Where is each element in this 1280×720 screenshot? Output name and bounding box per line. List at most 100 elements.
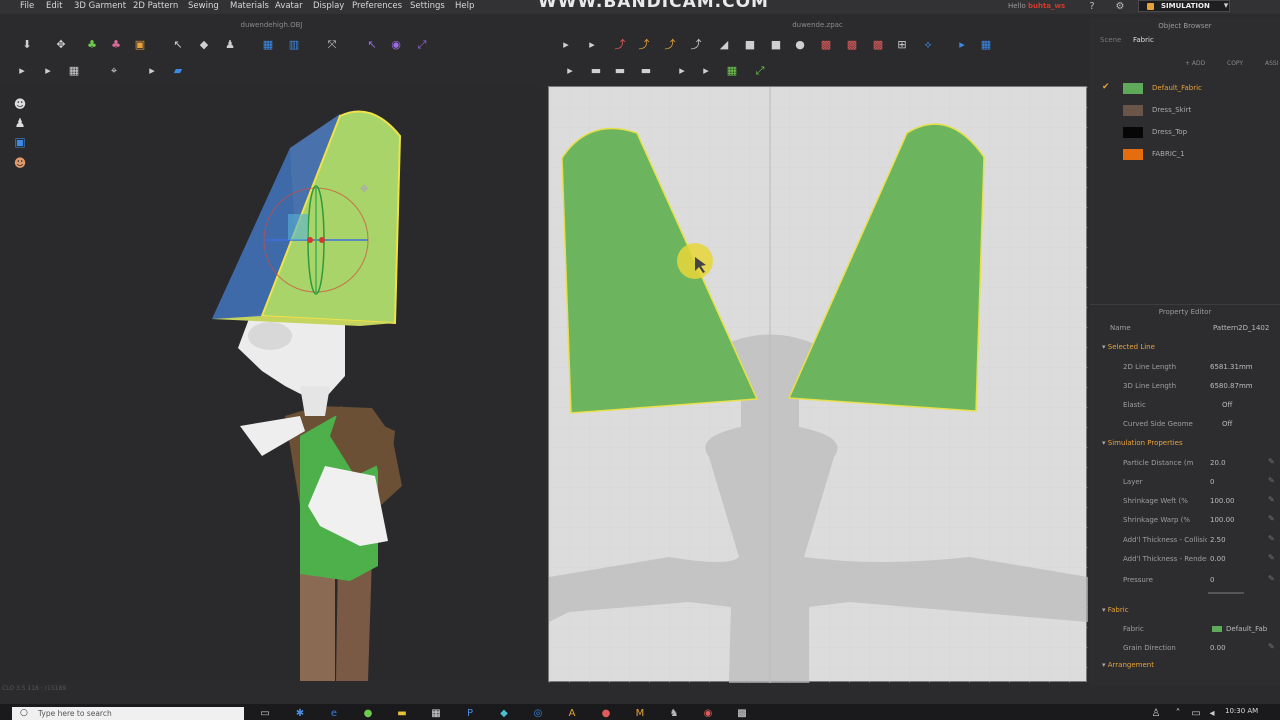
menu-avatar[interactable]: Avatar xyxy=(275,1,303,11)
app-icon-blue[interactable]: ◎ xyxy=(532,708,544,719)
chrome-icon[interactable]: ● xyxy=(362,708,374,719)
clapper-icon[interactable]: ▩ xyxy=(736,708,748,719)
people-icon[interactable]: ♙ xyxy=(1150,708,1162,719)
simulation-button[interactable]: SIMULATION xyxy=(1138,0,1230,12)
photoshop-icon[interactable]: P xyxy=(464,708,476,719)
cut-icon[interactable]: ⤴ xyxy=(688,37,704,53)
section-fabric[interactable]: Fabric xyxy=(1102,606,1129,614)
garment-pin-icon[interactable]: ♣ xyxy=(108,37,124,53)
free-sewing-icon[interactable]: ▬ xyxy=(612,63,628,79)
transform-pattern-icon[interactable]: ▸ xyxy=(558,37,574,53)
prop-value[interactable]: 2.50 xyxy=(1210,536,1226,544)
edit-icon[interactable]: ✎ xyxy=(1268,514,1275,523)
sew-icon[interactable]: ↖ xyxy=(364,37,380,53)
volume-icon[interactable]: ◂ xyxy=(1206,708,1218,719)
edit-curve-point-icon[interactable]: ⤴ xyxy=(662,37,678,53)
menu-help[interactable]: Help xyxy=(455,1,474,11)
prop-value[interactable]: Off xyxy=(1222,420,1232,428)
menu-2d-pattern[interactable]: 2D Pattern xyxy=(133,1,178,11)
menu-display[interactable]: Display xyxy=(313,1,344,11)
settings-app-icon[interactable]: ✱ xyxy=(294,708,306,719)
prop-value[interactable]: 0 xyxy=(1210,576,1214,584)
prop-value[interactable]: 0 xyxy=(1210,478,1214,486)
edge-icon[interactable]: e xyxy=(328,708,340,719)
prop-value[interactable]: 100.00 xyxy=(1210,497,1235,505)
app-icon-teal[interactable]: ◆ xyxy=(498,708,510,719)
edit-icon[interactable]: ✎ xyxy=(1268,553,1275,562)
edit-mesh-icon[interactable]: ▸ xyxy=(40,63,56,79)
sewing-point-icon[interactable]: ⊞ xyxy=(894,37,910,53)
garment-icon[interactable]: ♣ xyxy=(84,37,100,53)
section-arrangement[interactable]: Arrangement xyxy=(1102,661,1154,669)
pressure-slider[interactable] xyxy=(1208,592,1244,594)
select-sewing-icon[interactable]: ▸ xyxy=(562,63,578,79)
copy-fabric-button[interactable]: COPY xyxy=(1227,60,1243,67)
gizmo-icon[interactable]: ◉ xyxy=(388,37,404,53)
mesh-grid-icon[interactable]: ▦ xyxy=(66,63,82,79)
avatar-measure-icon[interactable]: ♟ xyxy=(222,37,238,53)
fabric-item-default[interactable]: ✔ Default_Fabric xyxy=(1090,79,1280,99)
section-selected-line[interactable]: Selected Line xyxy=(1102,343,1155,351)
arrange-pin-icon[interactable]: ▥ xyxy=(286,37,302,53)
edit-icon[interactable]: ✎ xyxy=(1268,574,1275,583)
prop-value[interactable]: Default_Fab xyxy=(1226,625,1267,633)
tab-fabric[interactable]: Fabric xyxy=(1133,36,1154,44)
prop-value[interactable]: 0.00 xyxy=(1210,555,1226,563)
fabric-item-top[interactable]: Dress_Top xyxy=(1090,123,1280,143)
bandicam-icon[interactable]: ◉ xyxy=(702,708,714,719)
measure-icon[interactable]: ▰ xyxy=(170,63,186,79)
arrow-down-icon[interactable]: ⬇ xyxy=(19,37,35,53)
tack-icon[interactable]: ▦ xyxy=(724,63,740,79)
task-view-icon[interactable]: ▭ xyxy=(259,708,271,719)
prop-value[interactable]: Off xyxy=(1222,401,1232,409)
gear-icon[interactable]: ⚙ xyxy=(1112,0,1128,15)
browser-icon[interactable]: ● xyxy=(600,708,612,719)
network-icon[interactable]: ▭ xyxy=(1190,708,1202,719)
prop-value[interactable]: 100.00 xyxy=(1210,516,1235,524)
edit-curvature-icon[interactable]: ⤴ xyxy=(612,37,628,53)
chevron-down-icon[interactable]: ▾ xyxy=(1218,0,1234,14)
tack-seam-icon[interactable]: ⤢ xyxy=(752,63,768,79)
edit-icon[interactable]: ✎ xyxy=(1268,495,1275,504)
prop-value[interactable]: 6580.87mm xyxy=(1210,382,1253,390)
tab-scene[interactable]: Scene xyxy=(1100,36,1121,44)
check-sewing-icon[interactable]: ▸ xyxy=(698,63,714,79)
edit-icon[interactable]: ✎ xyxy=(1268,476,1275,485)
folder-icon[interactable]: ▬ xyxy=(396,708,408,719)
fold-icon[interactable]: ▸ xyxy=(954,37,970,53)
polygon-icon[interactable]: ■ xyxy=(768,37,784,53)
viewport-3d[interactable]: ☻ ♟ ▣ ☻ ✥ CLO 3.5.118 · r15189 xyxy=(0,86,543,692)
segment-sewing-icon[interactable]: ▬ xyxy=(588,63,604,79)
menu-materials[interactable]: Materials xyxy=(230,1,269,11)
fabric-item-skirt[interactable]: Dress_Skirt xyxy=(1090,101,1280,121)
transform-icon[interactable]: ⤢ xyxy=(414,37,430,53)
internal-circle-icon[interactable]: ▩ xyxy=(870,37,886,53)
menu-sewing[interactable]: Sewing xyxy=(188,1,219,11)
edit-icon[interactable]: ✎ xyxy=(1268,534,1275,543)
calculator-icon[interactable]: ▦ xyxy=(430,708,442,719)
rectangle-icon[interactable]: ■ xyxy=(742,37,758,53)
pin-icon[interactable]: ⌖ xyxy=(106,63,122,79)
edit-icon[interactable]: ✎ xyxy=(1268,642,1275,651)
app-icon-figure[interactable]: ♞ xyxy=(668,708,680,719)
prop-value[interactable]: Pattern2D_1402 xyxy=(1213,324,1269,332)
chevron-up-icon[interactable]: ˄ xyxy=(1172,708,1184,719)
select-pin-icon[interactable]: ▸ xyxy=(144,63,160,79)
prop-value[interactable]: 20.0 xyxy=(1210,459,1226,467)
prop-value[interactable]: 0.00 xyxy=(1210,644,1226,652)
arrange-icon[interactable]: ▦ xyxy=(260,37,276,53)
search-input[interactable]: ○ Type here to search xyxy=(12,707,244,720)
user-name[interactable]: buhta_ws xyxy=(1028,2,1065,10)
assign-fabric-button[interactable]: ASSI xyxy=(1265,60,1279,67)
fold-arrange-icon[interactable]: ⤧ xyxy=(324,37,340,53)
menu-edit[interactable]: Edit xyxy=(46,1,62,11)
prop-value[interactable]: 6581.31mm xyxy=(1210,363,1253,371)
circle-icon[interactable]: ● xyxy=(792,37,808,53)
internal-rect-icon[interactable]: ▩ xyxy=(844,37,860,53)
multi-fold-icon[interactable]: ▦ xyxy=(978,37,994,53)
select-mesh-icon[interactable]: ▸ xyxy=(14,63,30,79)
edit-icon[interactable]: ✎ xyxy=(1268,457,1275,466)
menu-3d-garment[interactable]: 3D Garment xyxy=(74,1,126,11)
dart-icon[interactable]: ▩ xyxy=(818,37,834,53)
tuck-icon[interactable]: ◆ xyxy=(196,37,212,53)
